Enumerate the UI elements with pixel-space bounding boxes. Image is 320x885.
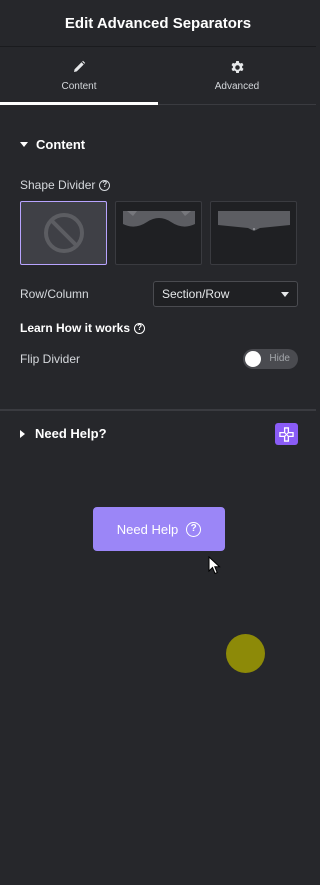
row-column-label-row: Row/Column (20, 287, 89, 301)
tab-content[interactable]: Content (0, 47, 158, 105)
gear-icon (229, 59, 245, 75)
shape-divider-label-row: Shape Divider ? (20, 178, 111, 192)
mouse-cursor-icon (208, 555, 221, 580)
panel-title: Edit Advanced Separators (64, 14, 252, 32)
flip-divider-label: Flip Divider (20, 352, 81, 366)
prohibited-icon (43, 213, 84, 253)
learn-how-label: Learn How it works (20, 321, 131, 335)
caret-right-icon (20, 429, 25, 438)
tab-bar: Content Advanced (0, 47, 316, 105)
chevron-down-icon (281, 291, 289, 297)
toggle-state-text: Hide (269, 353, 290, 364)
shape-option-curves[interactable] (115, 201, 202, 265)
help-question-icon: ? (186, 521, 202, 537)
shape-divider-options (20, 201, 297, 265)
caret-down-icon (20, 142, 28, 147)
row-column-select[interactable]: Section/Row (153, 281, 298, 307)
indicator-dot (226, 634, 265, 673)
tab-content-label: Content (61, 81, 97, 92)
shape-option-none[interactable] (20, 201, 107, 265)
help-question-icon: ? (134, 322, 146, 334)
pencil-icon (71, 59, 87, 75)
shape-option-notch[interactable] (210, 201, 297, 265)
plugin-logo-icon (275, 423, 298, 445)
panel-header: Edit Advanced Separators (0, 0, 316, 47)
tab-advanced-label: Advanced (214, 81, 260, 92)
flip-divider-toggle[interactable]: Hide (243, 349, 298, 369)
need-help-button-label: Need Help (116, 521, 179, 537)
row-column-label: Row/Column (20, 287, 89, 301)
need-help-button[interactable]: Need Help ? (93, 507, 225, 551)
curves-shape-icon (122, 211, 195, 227)
need-help-section-toggle[interactable]: Need Help? (20, 426, 107, 441)
content-section-title: Content (36, 137, 86, 152)
learn-how-link[interactable]: Learn How it works ? (20, 321, 146, 335)
content-section-toggle[interactable]: Content (20, 137, 85, 152)
need-help-title: Need Help? (35, 426, 107, 441)
help-question-icon[interactable]: ? (99, 179, 111, 191)
shape-divider-label: Shape Divider (20, 178, 96, 192)
section-divider (0, 409, 316, 411)
row-column-value: Section/Row (162, 287, 230, 301)
toggle-knob (245, 351, 261, 367)
notch-shape-icon (217, 211, 290, 231)
tab-advanced[interactable]: Advanced (158, 47, 316, 104)
flip-divider-label-row: Flip Divider (20, 352, 80, 366)
